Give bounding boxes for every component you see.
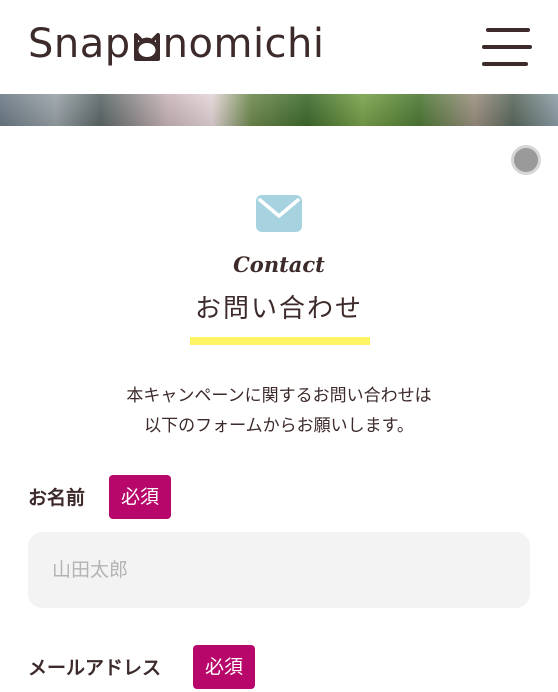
scroll-indicator[interactable] xyxy=(511,145,541,175)
intro-text: 本キャンペーンに関するお問い合わせは 以下のフォームからお願いします。 xyxy=(0,381,558,441)
logo-text-snap: Snap xyxy=(28,21,131,67)
name-label: お名前 xyxy=(28,487,86,509)
intro-line: 本キャンペーンに関するお問い合わせは xyxy=(126,386,432,406)
email-required-badge: 必須 xyxy=(193,645,256,689)
contact-title-en: Contact xyxy=(233,252,325,277)
hamburger-line xyxy=(482,45,532,49)
title-underline xyxy=(190,337,370,345)
email-label: メールアドレス xyxy=(28,657,162,679)
site-logo[interactable]: Snap nomichi xyxy=(28,18,325,70)
hamburger-menu-button[interactable] xyxy=(482,26,532,68)
page-title: お問い合わせ xyxy=(194,294,363,324)
site-header: Snap nomichi xyxy=(0,0,558,94)
cat-head-icon xyxy=(133,33,160,61)
hamburger-line xyxy=(482,62,528,66)
name-input[interactable] xyxy=(28,532,530,608)
mail-icon xyxy=(256,195,302,232)
hero-image-strip xyxy=(0,94,558,126)
intro-line: 以下のフォームからお願いします。 xyxy=(144,416,414,436)
logo-text-nomichi: nomichi xyxy=(162,21,325,67)
name-required-badge: 必須 xyxy=(109,475,172,519)
hamburger-line xyxy=(486,28,530,32)
